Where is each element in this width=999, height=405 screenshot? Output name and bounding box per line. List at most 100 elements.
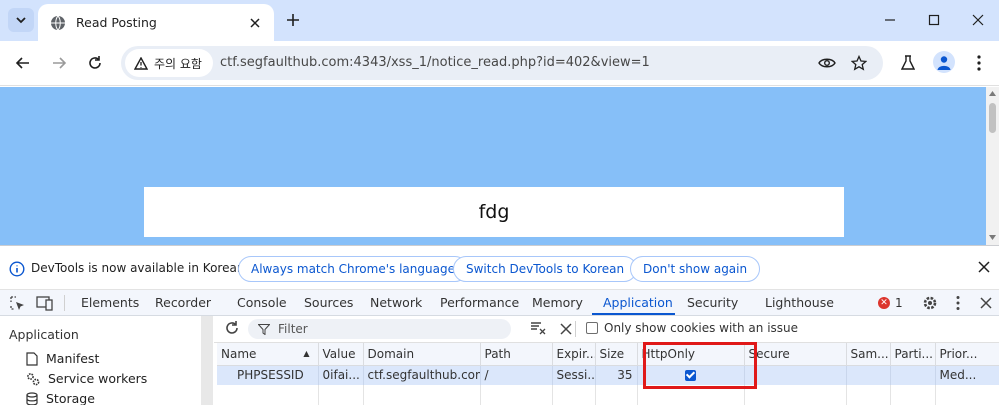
sidebar-scrollbar[interactable] <box>201 316 213 405</box>
gears-icon <box>27 372 40 385</box>
column-header-httponly[interactable]: HttpOnly <box>637 343 745 366</box>
httponly-checkbox-checked[interactable] <box>685 370 696 382</box>
kebab-menu-icon[interactable] <box>956 295 960 311</box>
close-icon[interactable] <box>978 261 990 273</box>
minimize-icon <box>885 19 895 21</box>
kebab-menu-icon <box>977 55 981 71</box>
cookie-priority-cell[interactable]: Med... <box>935 365 999 385</box>
reload-button[interactable] <box>84 52 106 74</box>
cookie-samesite-cell[interactable] <box>846 365 891 385</box>
sidebar-item-label: Service workers <box>48 371 148 386</box>
cookie-httponly-cell[interactable] <box>637 365 745 385</box>
device-toolbar-icon[interactable] <box>36 295 54 311</box>
empty-cell <box>846 385 891 405</box>
cookie-path-cell[interactable]: / <box>480 365 553 385</box>
tab-application[interactable]: Application <box>603 295 673 310</box>
inspect-element-icon[interactable] <box>9 295 25 311</box>
column-header-samesite[interactable]: Sam... <box>846 343 891 366</box>
sidebar-item-manifest[interactable]: Manifest <box>26 351 99 366</box>
tab-memory[interactable]: Memory <box>532 295 583 310</box>
browser-tab[interactable]: Read Posting <box>38 4 274 41</box>
page-scrollbar[interactable] <box>986 87 999 245</box>
cookie-partition-cell[interactable] <box>890 365 936 385</box>
tab-sources[interactable]: Sources <box>304 295 353 310</box>
security-chip[interactable]: 주의 요함 <box>125 49 213 77</box>
person-icon <box>937 56 951 70</box>
switch-devtools-korean-button[interactable]: Switch DevTools to Korean <box>453 256 638 282</box>
close-window-button[interactable] <box>968 10 988 30</box>
column-header-expires[interactable]: Expir... <box>552 343 596 366</box>
application-sidebar: Application Manifest Service workers Sto… <box>0 316 213 405</box>
tab-performance[interactable]: Performance <box>440 295 519 310</box>
column-header-domain[interactable]: Domain <box>363 343 481 366</box>
empty-cell <box>637 385 745 405</box>
column-header-name[interactable]: Name ▲ <box>217 343 319 366</box>
post-content-text: fdg <box>478 201 510 223</box>
cookie-size-cell[interactable]: 35 <box>595 365 638 385</box>
table-row-empty <box>217 385 999 405</box>
globe-icon <box>51 15 65 30</box>
close-icon[interactable] <box>560 323 572 335</box>
security-chip-label: 주의 요함 <box>154 56 202 71</box>
eye-icon[interactable] <box>817 53 837 73</box>
refresh-icon[interactable] <box>224 320 240 336</box>
address-bar[interactable]: 주의 요함 ctf.segfaulthub.com:4343/xss_1/not… <box>121 46 883 80</box>
active-tab-indicator <box>592 313 675 315</box>
filter-input[interactable]: Filter <box>248 319 511 339</box>
sidebar-item-label: Storage <box>46 391 95 405</box>
info-icon <box>9 261 25 277</box>
warning-icon <box>134 56 148 70</box>
labs-flask-button[interactable] <box>897 52 919 74</box>
only-show-issue-cookies-toggle[interactable]: Only show cookies with an issue <box>586 321 798 335</box>
clear-filtered-cookies-icon[interactable] <box>530 321 546 335</box>
column-header-secure[interactable]: Secure <box>744 343 847 366</box>
back-button[interactable] <box>12 52 34 74</box>
settings-gear-icon[interactable] <box>922 295 938 311</box>
column-header-priority[interactable]: Prior... <box>935 343 999 366</box>
toolbar-separator <box>575 321 576 337</box>
tab-console[interactable]: Console <box>237 295 287 310</box>
url-text[interactable]: ctf.segfaulthub.com:4343/xss_1/notice_re… <box>220 55 650 70</box>
tab-network[interactable]: Network <box>370 295 422 310</box>
dont-show-again-button[interactable]: Don't show again <box>630 256 761 282</box>
browser-menu-button[interactable] <box>968 52 990 74</box>
tab-recorder[interactable]: Recorder <box>155 295 211 310</box>
scrollbar-thumb[interactable] <box>989 103 996 133</box>
cookie-secure-cell[interactable] <box>744 365 847 385</box>
bookmark-star-icon[interactable] <box>849 53 869 73</box>
tab-search-button[interactable] <box>8 8 34 32</box>
database-icon <box>26 391 38 405</box>
sidebar-item-service-workers[interactable]: Service workers <box>26 371 147 386</box>
minimize-button[interactable] <box>880 10 900 30</box>
tab-lighthouse[interactable]: Lighthouse <box>765 295 834 310</box>
profile-avatar[interactable] <box>933 51 955 73</box>
table-header-row: Name ▲ Value Domain Path Expir... Size Ht… <box>217 343 999 366</box>
tab-title: Read Posting <box>76 15 157 30</box>
tab-security[interactable]: Security <box>687 295 738 310</box>
cookie-value-cell[interactable]: 0ifai... <box>318 365 364 385</box>
tab-elements[interactable]: Elements <box>81 295 139 310</box>
close-tab-button[interactable] <box>246 14 264 32</box>
column-header-partition-key[interactable]: Parti... <box>890 343 936 366</box>
sidebar-item-storage[interactable]: Storage <box>26 391 95 405</box>
cookie-name-cell[interactable]: PHPSESSID <box>217 365 319 385</box>
cookie-domain-cell[interactable]: ctf.segfaulthub.com <box>363 365 481 385</box>
error-count-badge[interactable]: ✕ 1 <box>878 296 903 310</box>
error-icon: ✕ <box>878 297 890 309</box>
new-tab-button[interactable] <box>283 10 303 30</box>
always-match-language-button[interactable]: Always match Chrome's language <box>238 256 468 282</box>
devtools-language-infobar: DevTools is now available in Korean! Alw… <box>0 245 999 290</box>
maximize-icon <box>928 14 940 26</box>
column-header-path[interactable]: Path <box>480 343 553 366</box>
empty-cell <box>744 385 847 405</box>
maximize-button[interactable] <box>924 10 944 30</box>
column-header-value[interactable]: Value <box>318 343 364 366</box>
column-header-size[interactable]: Size <box>595 343 638 366</box>
empty-cell <box>595 385 638 405</box>
table-row[interactable]: PHPSESSID 0ifai... ctf.segfaulthub.com /… <box>217 365 999 385</box>
checkbox[interactable] <box>586 322 598 334</box>
forward-button[interactable] <box>48 52 70 74</box>
cookie-expires-cell[interactable]: Sessi... <box>552 365 596 385</box>
arrow-left-icon <box>15 57 29 69</box>
close-icon[interactable] <box>980 297 992 309</box>
